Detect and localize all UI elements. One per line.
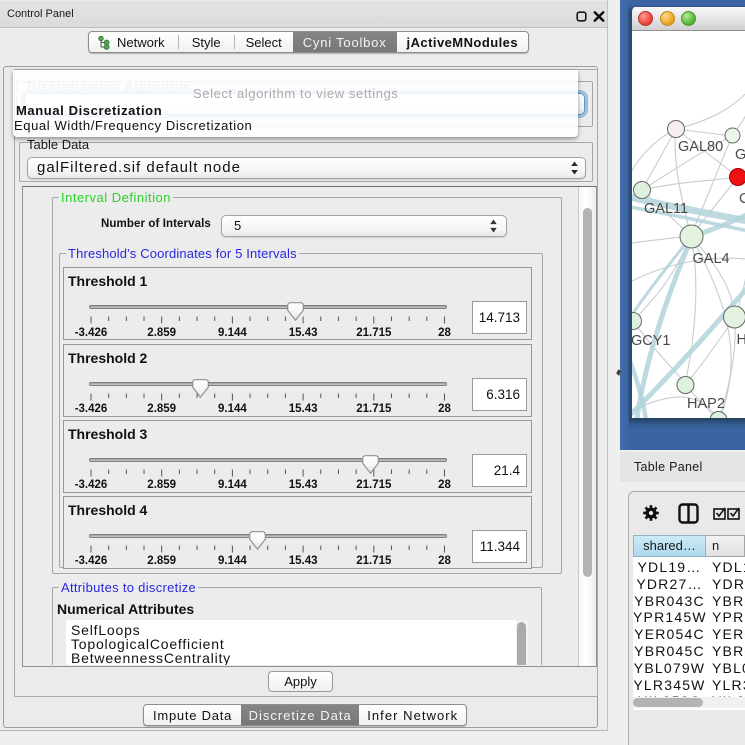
svg-text:HAP2: HAP2	[687, 396, 725, 412]
svg-text:H: H	[737, 332, 745, 348]
svg-text:GAL80: GAL80	[678, 139, 723, 155]
svg-text:G.: G.	[735, 147, 745, 163]
svg-text:GAL11: GAL11	[644, 201, 688, 217]
svg-text:GCY1: GCY1	[632, 333, 671, 349]
svg-text:C: C	[739, 191, 745, 207]
svg-text:GAL4: GAL4	[693, 251, 730, 267]
